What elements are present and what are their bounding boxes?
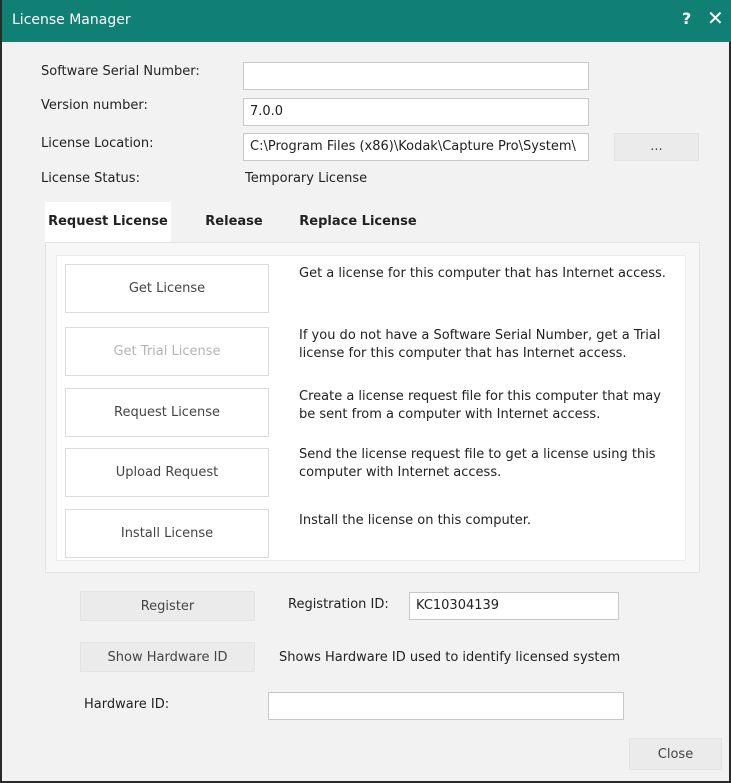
license-status-label: License Status: (41, 171, 140, 186)
get-trial-license-description: If you do not have a Software Serial Num… (299, 328, 661, 361)
serial-number-field[interactable] (243, 62, 589, 90)
hardware-id-label: Hardware ID: (84, 697, 170, 712)
get-trial-license-button-label: Get Trial License (113, 344, 221, 359)
help-icon[interactable]: ? (682, 9, 691, 28)
get-license-description: Get a license for this computer that has… (299, 266, 666, 281)
license-manager-window: License Manager ? ✕ Software Serial Numb… (0, 0, 731, 783)
get-trial-license-button[interactable]: Get Trial License (65, 327, 269, 376)
registration-id-field[interactable]: KC10304139 (409, 592, 619, 620)
close-button-label: Close (657, 746, 694, 762)
version-number-label: Version number: (41, 98, 148, 113)
request-license-description: Create a license request file for this c… (299, 389, 661, 422)
install-license-button-label: Install License (120, 526, 214, 541)
install-license-description: Install the license on this computer. (299, 513, 532, 528)
license-location-field[interactable]: C:\Program Files (x86)\Kodak\Capture Pro… (243, 133, 589, 161)
tab-release-license[interactable]: Release License (177, 202, 291, 269)
license-location-label: License Location: (41, 136, 154, 151)
registration-id-label: Registration ID: (288, 597, 389, 612)
close-button[interactable]: Close (629, 738, 722, 770)
upload-request-button[interactable]: Upload Request (65, 448, 269, 497)
title-bar: License Manager ? ✕ (2, 0, 731, 42)
install-license-button[interactable]: Install License (65, 509, 269, 558)
show-hardware-id-button[interactable]: Show Hardware ID (80, 642, 255, 672)
hardware-id-field[interactable] (268, 692, 624, 720)
upload-request-description: Send the license request file to get a l… (299, 447, 656, 480)
register-button-label: Register (140, 598, 195, 614)
browse-button[interactable]: ... (614, 133, 699, 161)
license-status-value: Temporary License (245, 171, 368, 186)
version-number-field[interactable]: 7.0.0 (243, 98, 589, 126)
get-license-button[interactable]: Get License (65, 264, 269, 313)
tab-replace-license[interactable]: Replace License (299, 202, 417, 242)
window-title: License Manager (12, 12, 131, 28)
upload-request-button-label: Upload Request (115, 465, 219, 480)
register-button[interactable]: Register (80, 591, 255, 621)
close-icon[interactable]: ✕ (707, 6, 724, 30)
tab-request-license[interactable]: Request License (45, 202, 171, 242)
get-license-button-label: Get License (128, 281, 206, 296)
request-license-button-label: Request License (114, 405, 220, 420)
show-hardware-id-description: Shows Hardware ID used to identify licen… (279, 650, 621, 665)
serial-number-label: Software Serial Number: (41, 64, 200, 79)
request-license-button[interactable]: Request License (65, 388, 269, 437)
show-hardware-id-button-label: Show Hardware ID (107, 649, 228, 665)
browse-button-label: ... (650, 139, 663, 154)
